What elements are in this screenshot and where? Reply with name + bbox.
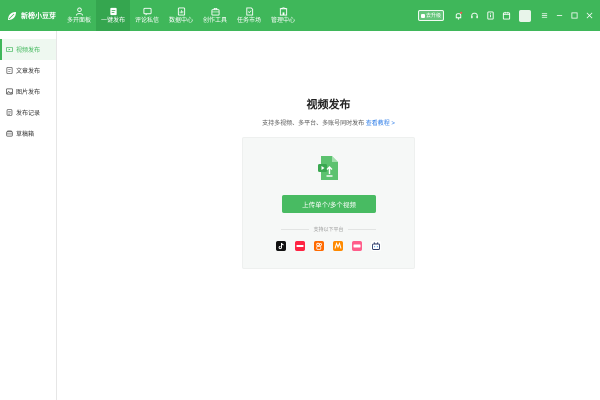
nav-label: 创作工具: [202, 18, 227, 24]
sidebar-item-article-publish[interactable]: 文章发布: [0, 60, 56, 81]
publish-icon: [109, 7, 117, 16]
nav-item-comments[interactable]: 评论私信: [130, 0, 164, 31]
nav-item-task-market[interactable]: 任务市场: [232, 0, 266, 31]
pink-platform-icon: [352, 241, 362, 251]
menu-icon: [541, 13, 548, 18]
support-button[interactable]: [466, 8, 482, 24]
minimize-button[interactable]: [552, 8, 567, 24]
divider: [347, 229, 376, 230]
nav-label: 多开面板: [66, 18, 91, 24]
close-icon: [586, 12, 593, 19]
main-content: 视频发布 支持多视频、多平台、多账号同时发布 查看教程 > 上传单个/多个视频 …: [57, 31, 600, 400]
sidebar-item-drafts[interactable]: 草稿箱: [0, 123, 56, 144]
nav-label: 一键发布: [100, 18, 125, 24]
message-icon: [142, 7, 152, 16]
nav-label: 任务市场: [236, 18, 261, 24]
bilibili-icon: [371, 241, 381, 251]
building-icon: [279, 7, 287, 16]
nav-item-one-click-publish[interactable]: 一键发布: [96, 0, 130, 31]
brand: 新榜小豆芽: [0, 10, 62, 22]
page-subtitle: 支持多视频、多平台、多账号同时发布 查看教程 >: [57, 118, 600, 127]
nav-item-creation-tools[interactable]: 创作工具: [198, 0, 232, 31]
sidebar-item-label: 发布记录: [16, 111, 41, 117]
subtitle-text: 支持多视频、多平台、多账号同时发布: [262, 121, 365, 127]
notification-button[interactable]: [450, 8, 466, 24]
nav-label: 管理中心: [270, 18, 295, 24]
nav-label: 数据中心: [168, 18, 193, 24]
sidebar: 视频发布 文章发布 图片发布 发布记录 草稿箱: [0, 31, 57, 400]
data-icon: [177, 7, 185, 16]
upload-card: 上传单个/多个视频 支持以下平台: [242, 137, 415, 269]
minimize-icon: [556, 15, 563, 16]
main-nav: 多开面板 一键发布 评论私信 数据中心 创作工具 任务市场 管理中心: [62, 0, 300, 31]
sidebar-item-label: 图片发布: [16, 90, 41, 96]
video-icon: [6, 46, 13, 53]
platform-caption: 支持以下平台: [243, 226, 414, 233]
nav-item-data-center[interactable]: 数据中心: [164, 0, 198, 31]
article-icon: [6, 67, 13, 74]
upload-video-button[interactable]: 上传单个/多个视频: [282, 195, 376, 213]
close-button[interactable]: [582, 8, 597, 24]
top-bar: 新榜小豆芽 多开面板 一键发布 评论私信 数据中心 创作工具 任务市场 管理中心…: [0, 0, 600, 31]
toolbox-icon: [210, 7, 220, 16]
sprout-logo-icon: [8, 11, 16, 20]
menu-button[interactable]: [537, 8, 552, 24]
tutorial-link[interactable]: 查看教程 >: [366, 121, 395, 127]
nav-item-multi-panel[interactable]: 多开面板: [62, 0, 96, 31]
nav-item-management[interactable]: 管理中心: [266, 0, 300, 31]
maximize-icon: [571, 12, 578, 19]
user-icon: [75, 7, 83, 16]
image-icon: [6, 88, 13, 95]
kuaishou-icon: [314, 241, 324, 251]
sidebar-item-publish-record[interactable]: 发布记录: [0, 102, 56, 123]
maximize-button[interactable]: [567, 8, 582, 24]
sidebar-item-label: 文章发布: [16, 69, 41, 75]
platform-caption-text: 支持以下平台: [313, 227, 344, 233]
sidebar-item-image-publish[interactable]: 图片发布: [0, 81, 56, 102]
vip-label: 去升级: [425, 13, 441, 19]
sidebar-item-label: 草稿箱: [16, 132, 35, 138]
divider: [281, 229, 310, 230]
record-icon: [6, 109, 13, 116]
vip-icon: [420, 13, 425, 18]
vip-upgrade-badge[interactable]: 去升级: [418, 10, 444, 21]
orange-platform-icon: [333, 241, 343, 251]
nav-label: 评论私信: [134, 18, 159, 24]
info-icon: [486, 11, 494, 20]
info-button[interactable]: [482, 8, 498, 24]
calendar-button[interactable]: [498, 8, 514, 24]
drafts-icon: [6, 130, 13, 137]
avatar[interactable]: [519, 9, 531, 22]
sidebar-item-video-publish[interactable]: 视频发布: [0, 39, 56, 60]
douyin-icon: [276, 241, 286, 251]
bell-icon: [455, 11, 462, 20]
calendar-icon: [502, 11, 510, 20]
sidebar-item-label: 视频发布: [16, 48, 41, 54]
xiaohongshu-icon: [295, 241, 305, 251]
platform-list: [276, 241, 381, 251]
task-icon: [245, 7, 253, 16]
header-right: 去升级: [418, 0, 600, 31]
headset-icon: [470, 12, 478, 19]
app-title: 新榜小豆芽: [21, 12, 56, 20]
page-title: 视频发布: [306, 99, 351, 111]
video-file-icon: [318, 156, 338, 180]
